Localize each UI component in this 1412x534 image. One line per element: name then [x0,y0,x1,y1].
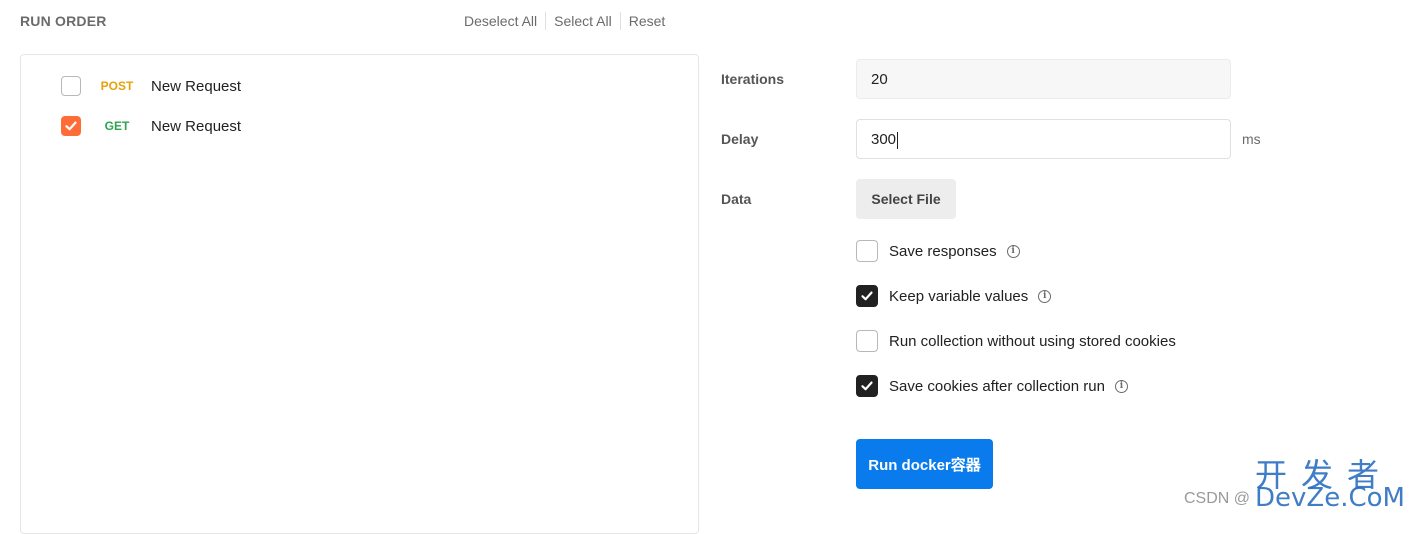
check-icon [861,291,873,301]
option-keep-variable-values[interactable]: Keep variable values i [856,284,1052,308]
option-save-responses[interactable]: Save responses i [856,239,1020,263]
select-file-button[interactable]: Select File [856,179,956,219]
reset-button[interactable]: Reset [621,13,674,29]
option-label: Save responses [889,242,997,260]
option-label: Save cookies after collection run [889,377,1105,395]
option-checkbox[interactable] [856,375,878,397]
request-row-get[interactable]: GET New Request [61,114,241,138]
run-button[interactable]: Run docker容器 [856,439,993,489]
delay-value: 300 [871,131,897,148]
option-label: Run collection without using stored cook… [889,332,1176,350]
text-cursor [897,131,899,149]
request-checkbox[interactable] [61,116,81,136]
delay-unit: ms [1242,131,1261,147]
info-icon[interactable]: i [1006,244,1020,258]
iterations-label: Iterations [721,71,785,87]
run-order-list: POST New Request GET New Request [20,54,699,534]
run-order-title: RUN ORDER [20,13,107,29]
watermark-csdn: CSDN @ [1184,490,1251,507]
check-icon [861,381,873,391]
iterations-value: 20 [871,71,888,88]
info-icon[interactable]: i [1038,289,1052,303]
request-row-post[interactable]: POST New Request [61,74,241,98]
watermark-url: DevZe.CoM [1255,483,1405,513]
delay-input[interactable]: 300 [856,119,1231,159]
iterations-input[interactable]: 20 [856,59,1231,99]
request-name: New Request [151,77,242,95]
option-save-cookies[interactable]: Save cookies after collection run i [856,374,1128,398]
delay-label: Delay [721,131,759,147]
info-icon[interactable]: i [1114,379,1128,393]
request-checkbox[interactable] [61,76,81,96]
method-badge-get: GET [104,119,130,133]
option-checkbox[interactable] [856,285,878,307]
check-icon [65,121,77,131]
select-all-button[interactable]: Select All [546,13,620,29]
method-badge-post: POST [100,79,134,93]
option-label: Keep variable values [889,287,1029,305]
data-label: Data [721,191,752,207]
request-name: New Request [151,117,242,135]
run-order-actions: Deselect All Select All Reset [456,12,673,30]
option-checkbox[interactable] [856,330,878,352]
option-checkbox[interactable] [856,240,878,262]
deselect-all-button[interactable]: Deselect All [456,13,545,29]
option-run-without-cookies[interactable]: Run collection without using stored cook… [856,329,1176,353]
